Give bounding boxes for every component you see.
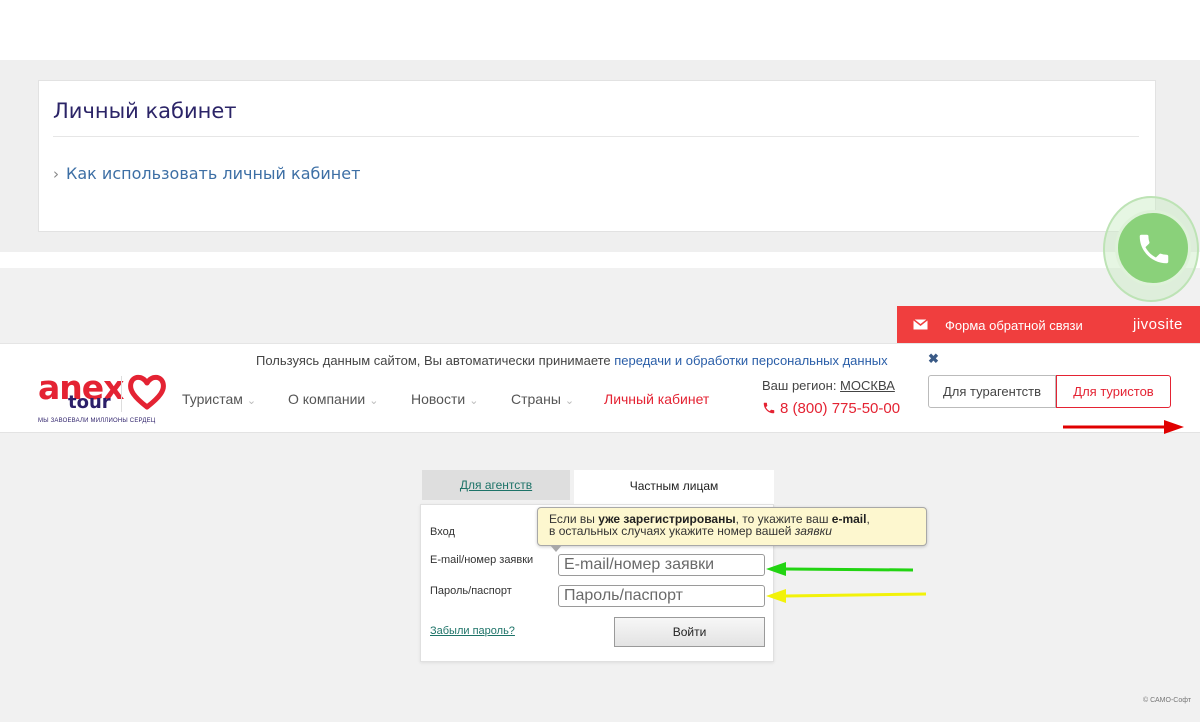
email-order-input[interactable] bbox=[558, 554, 765, 576]
email-label: E-mail/номер заявки bbox=[430, 554, 534, 566]
chevron-down-icon: ⌄ bbox=[369, 395, 379, 407]
logo-tour-text: tour bbox=[68, 392, 111, 413]
region-label: Ваш регион: bbox=[762, 378, 841, 393]
for-agents-button[interactable]: Для турагентств bbox=[928, 375, 1056, 408]
chevron-down-icon: ⌄ bbox=[564, 395, 575, 407]
copyright-notice: © САМО-Софт bbox=[1143, 697, 1192, 704]
close-icon[interactable]: ✖ bbox=[928, 351, 939, 367]
tooltip-text-4: в остальных случаях укажите номер вашей bbox=[549, 524, 795, 538]
tooltip-bold-email: e-mail bbox=[831, 512, 867, 526]
how-to-use-link[interactable]: › Как использовать личный кабинет bbox=[53, 164, 360, 183]
divider bbox=[53, 136, 1139, 137]
feedback-form-button[interactable]: Форма обратной связи jivosite bbox=[897, 306, 1200, 343]
hotline-phone[interactable]: 8 (800) 775-50-00 bbox=[762, 400, 900, 417]
chevron-right-icon: › bbox=[53, 165, 59, 183]
logo-divider bbox=[121, 376, 122, 412]
consent-text: Пользуясь данным сайтом, Вы автоматическ… bbox=[256, 353, 888, 368]
phone-icon bbox=[1139, 234, 1169, 264]
phone-icon bbox=[763, 402, 775, 414]
nav-countries[interactable]: Страны ⌄ bbox=[511, 391, 574, 407]
nav-tourists[interactable]: Туристам ⌄ bbox=[182, 391, 256, 407]
tab-private-persons[interactable]: Частным лицам bbox=[574, 470, 774, 504]
tooltip-italic-order: заявки bbox=[794, 524, 832, 538]
envelope-icon bbox=[913, 319, 928, 330]
top-blank-area bbox=[0, 0, 1200, 60]
login-widget: Для агентств Частным лицам Вход E-mail/н… bbox=[420, 470, 774, 662]
logo-slogan: МЫ ЗАВОЕВАЛИ МИЛЛИОНЫ СЕРДЕЦ bbox=[38, 418, 156, 424]
anex-tour-logo[interactable]: anex tour МЫ ЗАВОЕВАЛИ МИЛЛИОНЫ СЕРДЕЦ bbox=[36, 368, 176, 428]
call-widget-button[interactable] bbox=[1115, 210, 1191, 286]
consent-banner: Пользуясь данным сайтом, Вы автоматическ… bbox=[0, 343, 1200, 373]
call-back-widget[interactable] bbox=[1103, 196, 1199, 302]
nav-tourists-label: Туристам bbox=[182, 391, 243, 407]
nav-news-label: Новости bbox=[411, 391, 466, 407]
how-to-use-link-label: Как использовать личный кабинет bbox=[66, 164, 361, 183]
nav-countries-label: Страны bbox=[511, 391, 561, 407]
login-heading: Вход bbox=[430, 526, 455, 538]
nav-news[interactable]: Новости ⌄ bbox=[411, 391, 478, 407]
forgot-password-link[interactable]: Забыли пароль? bbox=[430, 625, 515, 637]
separator-strip bbox=[0, 252, 1200, 268]
heart-logo-icon bbox=[128, 374, 166, 410]
region-selector: Ваш регион: МОСКВА bbox=[762, 378, 895, 393]
region-city-link[interactable]: МОСКВА bbox=[840, 378, 895, 393]
tab-for-agencies[interactable]: Для агентств bbox=[422, 470, 570, 500]
tooltip-text-3: , bbox=[866, 512, 870, 526]
site-header: anex tour МЫ ЗАВОЕВАЛИ МИЛЛИОНЫ СЕРДЕЦ Т… bbox=[0, 368, 1200, 433]
for-tourists-button[interactable]: Для туристов bbox=[1056, 375, 1171, 408]
nav-personal-cabinet-label: Личный кабинет bbox=[604, 391, 710, 407]
login-hint-tooltip: Если вы уже зарегистрированы, то укажите… bbox=[537, 507, 927, 546]
consent-text-main: Пользуясь данным сайтом, Вы автоматическ… bbox=[256, 353, 615, 368]
page-title: Личный кабинет bbox=[53, 99, 237, 123]
password-passport-input[interactable] bbox=[558, 585, 765, 607]
cabinet-card: Личный кабинет › Как использовать личный … bbox=[38, 80, 1156, 232]
consent-personal-data-link[interactable]: передачи и обработки персональных данных bbox=[614, 353, 887, 368]
feedback-form-label: Форма обратной связи bbox=[945, 318, 1083, 333]
jivosite-brand: jivosite bbox=[1133, 316, 1183, 333]
nav-about-company[interactable]: О компании ⌄ bbox=[288, 391, 378, 407]
chevron-down-icon: ⌄ bbox=[469, 395, 479, 407]
chevron-down-icon: ⌄ bbox=[246, 395, 257, 407]
hotline-phone-number: 8 (800) 775-50-00 bbox=[780, 400, 901, 417]
nav-about-company-label: О компании bbox=[288, 391, 366, 407]
nav-personal-cabinet[interactable]: Личный кабинет bbox=[604, 391, 709, 407]
login-submit-button[interactable]: Войти bbox=[614, 617, 765, 647]
password-label: Пароль/паспорт bbox=[430, 585, 512, 597]
tooltip-pointer bbox=[550, 545, 562, 552]
